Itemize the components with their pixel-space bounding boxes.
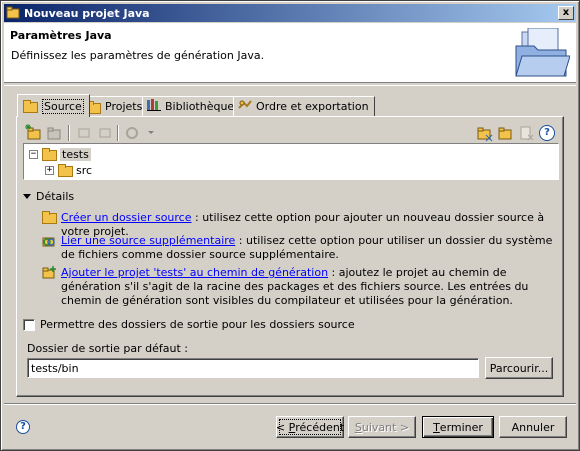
source-tree[interactable]: − tests + src — [23, 143, 559, 180]
tab-source-label: Source — [42, 98, 84, 114]
link-source-icon — [41, 233, 57, 249]
tree-item-src[interactable]: + src — [45, 162, 92, 178]
tab-projets[interactable]: Projets — [80, 96, 149, 116]
add-folder-icon[interactable] — [475, 124, 493, 142]
title-bar[interactable]: Nouveau projet Java x — [4, 4, 576, 22]
library-icon — [147, 99, 161, 114]
wizard-dialog: Nouveau projet Java x Paramètres Java Dé… — [0, 0, 580, 451]
finish-button[interactable]: Terminer — [422, 416, 494, 438]
toolbar-separator — [68, 125, 70, 141]
include-icon[interactable] — [75, 124, 93, 142]
open-folder-icon[interactable] — [496, 124, 514, 142]
remove-icon[interactable] — [517, 124, 535, 142]
banner-separator — [4, 85, 576, 86]
new-java-project-wizard-icon — [512, 27, 571, 78]
wizard-banner: Paramètres Java Définissez les paramètre… — [4, 23, 576, 83]
browse-button[interactable]: Parcourir... — [485, 357, 553, 379]
add-source-folder-icon[interactable] — [25, 124, 43, 142]
details-item: Ajouter le projet 'tests' au chemin de g… — [41, 266, 561, 308]
previous-button[interactable]: < Précédent — [276, 416, 344, 438]
collapse-icon[interactable]: − — [29, 149, 38, 159]
default-output-field[interactable] — [27, 358, 479, 378]
help-icon[interactable]: ? — [16, 420, 30, 434]
checkbox-box[interactable] — [23, 318, 35, 331]
window-title: Nouveau projet Java — [24, 6, 150, 20]
cancel-button[interactable]: Annuler — [499, 416, 567, 438]
tab-bibliotheques[interactable]: Bibliothèques — [142, 96, 246, 116]
tab-projets-label: Projets — [105, 100, 143, 113]
add-to-build-path-icon — [41, 265, 57, 281]
details-item-text: Lier une source supplémentaire : utilise… — [61, 234, 553, 261]
tree-item-label: src — [76, 163, 93, 177]
package-folder-icon — [57, 163, 73, 177]
configure-icon[interactable] — [123, 124, 155, 142]
exclude-icon[interactable] — [96, 124, 114, 142]
chevron-down-icon — [23, 194, 31, 199]
next-button[interactable]: Suivant > — [348, 416, 416, 438]
tab-ordre-exportation[interactable]: Ordre et exportation — [233, 96, 375, 116]
page-title: Paramètres Java — [10, 29, 112, 42]
details-item: Lier une source supplémentaire : utilise… — [41, 234, 561, 262]
project-folder-icon — [41, 147, 57, 161]
details-section-toggle[interactable]: Détails — [23, 190, 74, 203]
output-folders-checkbox[interactable]: Permettre des dossiers de sortie pour le… — [23, 318, 355, 331]
tree-item-label: tests — [60, 147, 91, 161]
tab-source[interactable]: Source — [17, 94, 90, 117]
toolbar-separator — [117, 125, 119, 141]
details-label: Détails — [36, 190, 75, 203]
java-app-icon — [6, 6, 20, 20]
tab-bibliotheques-label: Bibliothèques — [165, 100, 240, 113]
checkbox-label: Permettre des dossiers de sortie pour le… — [40, 318, 355, 331]
details-item-text: Ajouter le projet 'tests' au chemin de g… — [61, 266, 529, 307]
order-export-icon — [238, 99, 252, 114]
close-icon[interactable]: x — [558, 6, 574, 20]
create-folder-icon — [41, 210, 57, 226]
footer-separator — [4, 403, 576, 405]
default-output-label: Dossier de sortie par défaut : — [27, 342, 188, 355]
source-folder-icon — [22, 99, 38, 113]
add-project-build-path-link[interactable]: Ajouter le projet 'tests' au chemin de g… — [61, 266, 328, 279]
link-source-icon[interactable] — [45, 124, 63, 142]
tab-ordre-exportation-label: Ordre et exportation — [256, 100, 369, 113]
create-source-folder-link[interactable]: Créer un dossier source — [61, 211, 192, 224]
page-description: Définissez les paramètres de génération … — [11, 49, 265, 62]
tree-item-tests[interactable]: − tests — [29, 146, 91, 162]
link-additional-source-link[interactable]: Lier une source supplémentaire — [61, 234, 235, 247]
help-icon[interactable]: ? — [539, 125, 555, 141]
expand-icon[interactable]: + — [45, 165, 54, 175]
